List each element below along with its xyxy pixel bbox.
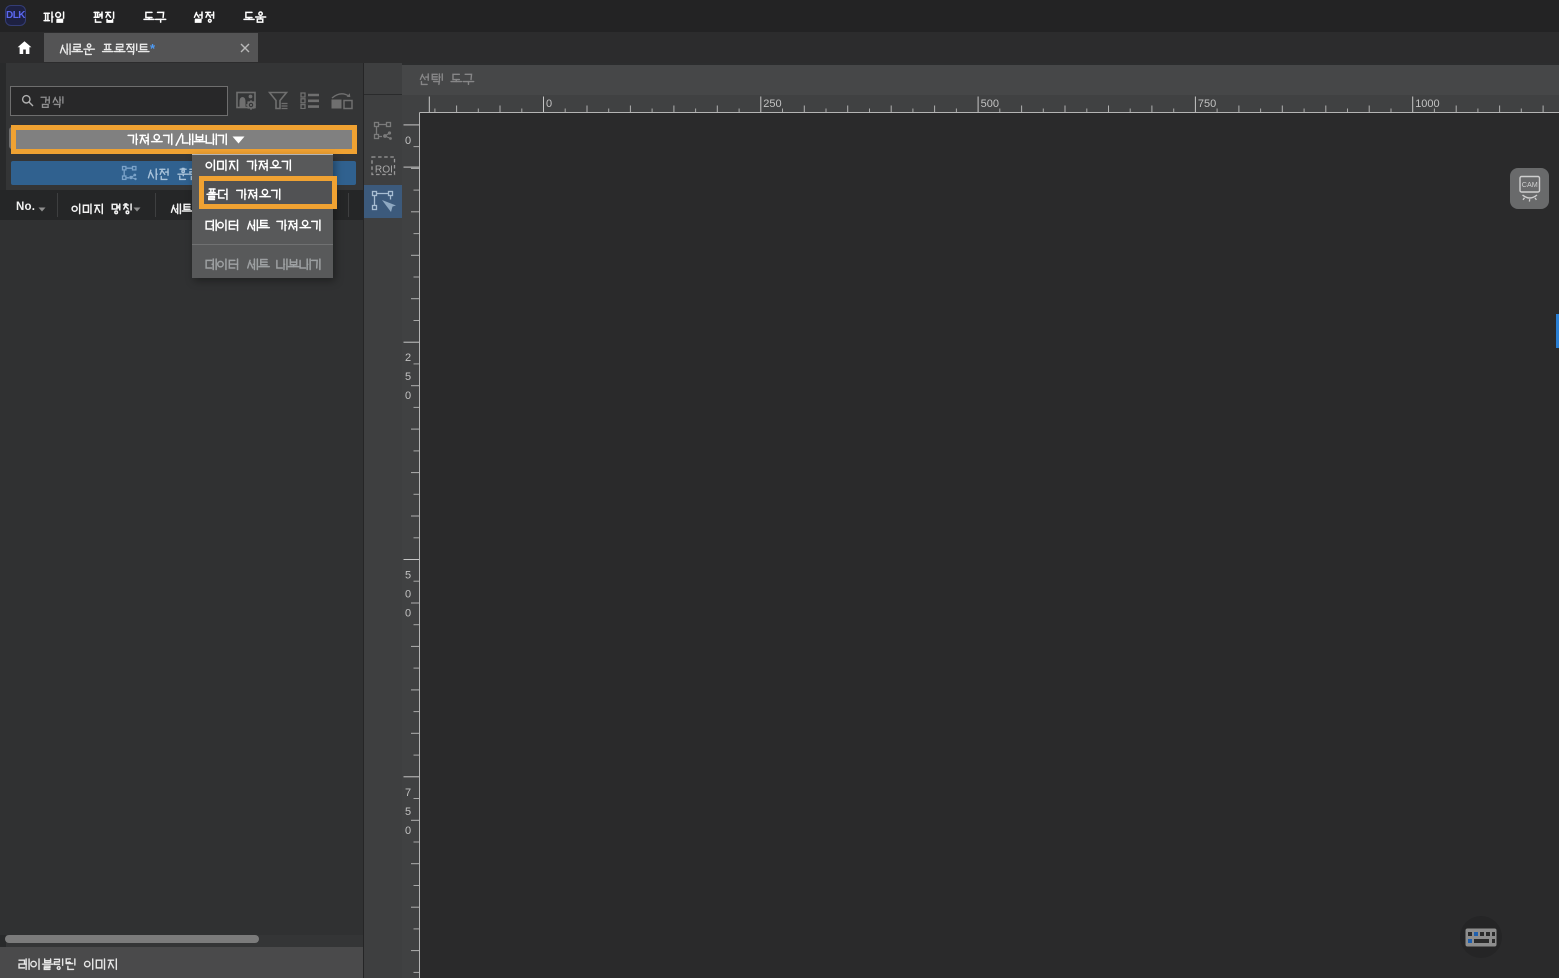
svg-text:0: 0 xyxy=(405,608,411,620)
svg-text:750: 750 xyxy=(1198,98,1216,110)
svg-text:2: 2 xyxy=(405,352,411,364)
svg-text:0: 0 xyxy=(405,825,411,837)
svg-text:5: 5 xyxy=(405,570,411,582)
svg-text:5: 5 xyxy=(405,806,411,818)
svg-text:0: 0 xyxy=(405,135,411,147)
svg-text:0: 0 xyxy=(405,390,411,402)
svg-text:500: 500 xyxy=(981,98,999,110)
svg-text:ROI: ROI xyxy=(375,164,393,175)
svg-text:0: 0 xyxy=(405,589,411,601)
svg-text:5: 5 xyxy=(405,371,411,383)
svg-text:7: 7 xyxy=(405,787,411,799)
svg-text:0: 0 xyxy=(546,98,552,110)
svg-text:250: 250 xyxy=(763,98,781,110)
svg-text:CAM: CAM xyxy=(1522,180,1538,189)
svg-text:1000: 1000 xyxy=(1415,98,1439,110)
